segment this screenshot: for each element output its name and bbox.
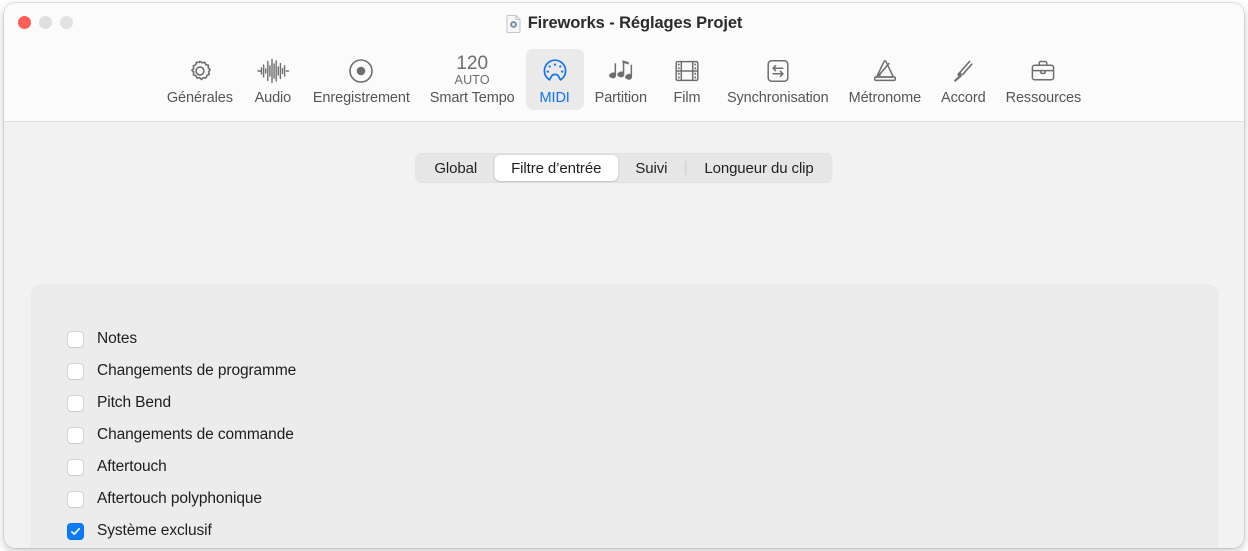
toolbar-item-smart-tempo[interactable]: 120 AUTO Smart Tempo: [421, 49, 524, 110]
input-filter-checkbox-list: Notes Changements de programme Pitch Ben…: [67, 323, 296, 547]
midi-subtab-bar: Global Filtre d’entrée Suivi Longueur du…: [415, 153, 833, 183]
checkbox-box[interactable]: [67, 362, 84, 380]
toolbar-item-audio[interactable]: Audio: [244, 49, 302, 110]
film-strip-icon: [673, 54, 701, 87]
toolbar-label: Smart Tempo: [429, 90, 515, 106]
record-circle-icon: [347, 54, 375, 87]
checkbox-row-aftertouch[interactable]: Aftertouch: [67, 451, 296, 483]
briefcase-icon: [1029, 54, 1057, 87]
settings-window: Fireworks - Réglages Projet Générales Au…: [4, 3, 1244, 548]
toolbar-item-metronome[interactable]: Métronome: [840, 49, 930, 110]
toolbar-label: MIDI: [539, 90, 570, 106]
tab-divider: [685, 161, 687, 175]
checkbox-row-changements-de-commande[interactable]: Changements de commande: [67, 419, 296, 451]
checkbox-row-notes[interactable]: Notes: [67, 323, 296, 355]
checkbox-box[interactable]: [67, 522, 84, 540]
toolbar-item-partition[interactable]: Partition: [586, 49, 656, 110]
checkbox-row-changements-de-programme[interactable]: Changements de programme: [67, 355, 296, 387]
gear-icon: [186, 54, 214, 87]
window-title: Fireworks - Réglages Projet: [527, 14, 743, 32]
toolbar-label: Synchronisation: [726, 90, 829, 106]
project-document-icon: [506, 14, 521, 33]
toolbar-item-accord[interactable]: Accord: [932, 49, 995, 110]
title-bar: Fireworks - Réglages Projet: [4, 3, 1244, 47]
toolbar-label: Métronome: [848, 90, 922, 106]
toolbar-item-film[interactable]: Film: [658, 49, 716, 110]
settings-body: Global Filtre d’entrée Suivi Longueur du…: [4, 122, 1244, 548]
checkbox-box[interactable]: [67, 330, 84, 348]
checkbox-row-pitch-bend[interactable]: Pitch Bend: [67, 387, 296, 419]
toolbar-label: Audio: [254, 90, 292, 106]
checkbox-row-systeme-exclusif[interactable]: Système exclusif: [67, 515, 296, 547]
tab-suivi[interactable]: Suivi: [618, 155, 684, 181]
checkbox-row-aftertouch-polyphonique[interactable]: Aftertouch polyphonique: [67, 483, 296, 515]
music-notes-icon: [605, 54, 637, 87]
tab-filtre-d-entree[interactable]: Filtre d’entrée: [494, 155, 619, 181]
checkbox-label: Aftertouch polyphonique: [97, 490, 262, 507]
midi-plug-icon: [541, 54, 569, 87]
toolbar-item-synchronisation[interactable]: Synchronisation: [718, 49, 838, 110]
sync-arrows-icon: [764, 54, 792, 87]
toolbar-item-enregistrement[interactable]: Enregistrement: [304, 49, 419, 110]
tuning-fork-icon: [949, 54, 977, 87]
tempo-value: 120: [456, 53, 489, 75]
checkbox-label: Changements de commande: [97, 426, 294, 443]
tab-longueur-du-clip[interactable]: Longueur du clip: [687, 155, 830, 181]
waveform-icon: [256, 54, 290, 87]
toolbar-label: Ressources: [1005, 90, 1082, 106]
toolbar-label: Générales: [166, 90, 233, 106]
tempo-mode: AUTO: [454, 73, 490, 88]
toolbar-label: Partition: [594, 90, 647, 106]
checkbox-label: Système exclusif: [97, 522, 212, 539]
checkbox-label: Aftertouch: [97, 458, 167, 475]
tab-global[interactable]: Global: [417, 155, 494, 181]
settings-toolbar: Générales Audio Enregistrement 120 AUTO …: [4, 47, 1244, 122]
checkbox-label: Pitch Bend: [97, 394, 171, 411]
checkbox-label: Notes: [97, 330, 137, 347]
toolbar-item-generales[interactable]: Générales: [158, 49, 242, 110]
toolbar-item-ressources[interactable]: Ressources: [997, 49, 1091, 110]
checkbox-box[interactable]: [67, 394, 84, 412]
checkbox-box[interactable]: [67, 458, 84, 476]
metronome-icon: [871, 54, 899, 87]
toolbar-label: Accord: [941, 90, 986, 106]
checkbox-label: Changements de programme: [97, 362, 297, 379]
toolbar-item-midi[interactable]: MIDI: [525, 49, 584, 110]
checkbox-box[interactable]: [67, 426, 84, 444]
tempo-number-icon: 120 AUTO: [455, 54, 490, 87]
checkbox-box[interactable]: [67, 490, 84, 508]
toolbar-label: Film: [673, 90, 701, 106]
toolbar-label: Enregistrement: [312, 90, 410, 106]
input-filter-panel: Notes Changements de programme Pitch Ben…: [32, 285, 1217, 548]
title-group: Fireworks - Réglages Projet: [4, 14, 1244, 33]
